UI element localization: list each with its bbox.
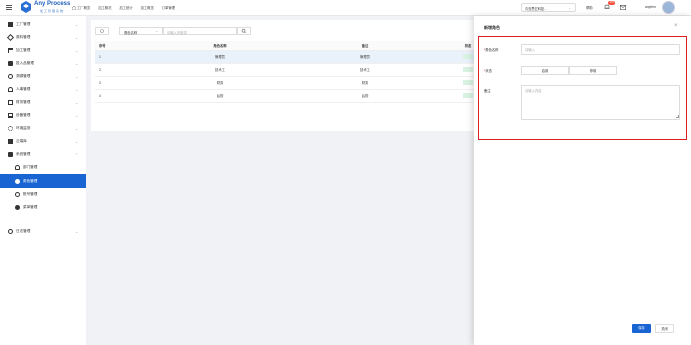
sidebar-item-system[interactable]: 系统管理 ⌃ — [0, 148, 86, 161]
chevron-down-icon: ⌄ — [75, 74, 78, 79]
monitor-icon — [8, 113, 13, 118]
top-nav-item-2[interactable]: 加工统计 — [119, 5, 132, 10]
resize-handle-icon[interactable] — [676, 115, 679, 118]
sidebar-item-finance[interactable]: 财务管理 ⌄ — [0, 96, 86, 109]
role-name-input[interactable]: 请输入 — [521, 44, 680, 55]
sidebar-item-processing[interactable]: 加工管理 ⌄ — [0, 44, 86, 57]
chevron-down-icon: ⌄ — [75, 113, 78, 118]
trace-icon — [8, 74, 13, 79]
avatar[interactable] — [662, 1, 675, 14]
wallet-icon — [8, 100, 13, 105]
save-button[interactable]: 保存 — [632, 324, 651, 333]
book-icon — [8, 139, 13, 144]
status-option-disable[interactable]: 停用 — [569, 66, 617, 75]
close-icon[interactable]: × — [674, 23, 678, 29]
chevron-up-icon: ⌃ — [75, 152, 78, 157]
chevron-down-icon: ⌄ — [75, 61, 78, 66]
chevron-down-icon: ⌄ — [568, 6, 571, 10]
hamburger-menu-icon[interactable] — [6, 5, 12, 10]
top-nav-item-0[interactable]: 工厂概览 — [72, 5, 90, 10]
grid-icon — [8, 22, 13, 27]
hammer-icon — [8, 48, 13, 53]
table-row[interactable]: 1 管理员 管理员 — [95, 50, 491, 64]
chevron-down-icon: ⌄ — [155, 29, 158, 33]
sidebar-item-inputs[interactable]: 投入品管理 ⌄ — [0, 57, 86, 70]
note-textarea[interactable]: 请输入内容 — [521, 85, 680, 120]
search-input[interactable]: 请输入关键词 — [163, 27, 237, 35]
username[interactable]: anyfem — [645, 5, 656, 9]
gear-icon — [100, 29, 104, 33]
chevron-down-icon: ⌄ — [75, 139, 78, 144]
sidebar-item-cloud[interactable]: 云端库 ⌄ — [0, 135, 86, 148]
tools-icon — [6, 33, 15, 42]
status-toggle: 启用 停用 — [521, 66, 617, 75]
table-row[interactable]: 4 后勤 后勤 — [95, 89, 491, 103]
chevron-down-icon: ⌄ — [75, 87, 78, 92]
col-header-note: 备注 — [285, 41, 445, 51]
search-icon — [241, 28, 246, 34]
mail-icon[interactable] — [620, 5, 626, 10]
top-bar: Any Process 加工管理系统 工厂概览 加工概况 加工统计 加工概览 订… — [0, 0, 691, 16]
dept-icon — [15, 165, 20, 170]
sidebar-item-environment[interactable]: 环境监测 ⌄ — [0, 122, 86, 135]
sidebar-item-equipment[interactable]: 设备管理 ⌄ — [0, 109, 86, 122]
col-header-no: 序号 — [95, 41, 155, 51]
chevron-down-icon: ⌄ — [75, 35, 78, 40]
gear-icon — [8, 126, 13, 131]
home-icon — [72, 5, 76, 10]
note-label: 备注 — [484, 89, 491, 93]
brand-subtitle: 加工管理系统 — [40, 9, 65, 13]
filter-field-select[interactable]: 角色名称 ⌄ — [119, 27, 163, 35]
account-icon — [15, 192, 20, 197]
drawer-title: 新增角色 — [484, 25, 500, 30]
chevron-down-icon: ⌄ — [75, 229, 78, 234]
top-nav-item-1[interactable]: 加工概况 — [98, 5, 111, 10]
role-icon — [15, 178, 20, 184]
top-nav-item-4[interactable]: 订单管理 — [162, 5, 175, 10]
status-badge — [463, 92, 473, 98]
chevron-down-icon: ⌄ — [75, 48, 78, 53]
sidebar-item-account[interactable]: 账号管理 — [0, 188, 86, 201]
status-badge — [463, 53, 473, 59]
log-icon — [8, 229, 13, 234]
sidebar-item-menu[interactable]: 菜单管理 — [0, 201, 86, 214]
person-icon — [8, 87, 13, 92]
chevron-down-icon: ⌄ — [75, 100, 78, 105]
chevron-down-icon: ⌄ — [75, 22, 78, 27]
box-icon — [8, 61, 13, 66]
table-row[interactable]: 2 技术工 技术工 — [95, 63, 491, 77]
roles-table: 序号 角色名称 备注 状态 1 管理员 管理员 2 技术工 技术工 3 财务 财… — [95, 41, 491, 103]
help-link[interactable]: 帮助 — [586, 5, 593, 10]
status-badge — [463, 66, 473, 72]
status-option-enable[interactable]: 启用 — [521, 66, 569, 75]
brand-name: Any Process — [34, 1, 71, 7]
sidebar-item-trace[interactable]: 溯源管理 ⌄ — [0, 70, 86, 83]
role-name-label: *角色名称 — [484, 48, 499, 52]
logo-icon — [21, 1, 31, 13]
menu-icon — [15, 205, 20, 210]
status-label: *状态 — [484, 69, 492, 73]
computer-icon — [8, 152, 13, 157]
table-row[interactable]: 3 财务 财务 — [95, 76, 491, 90]
notification-badge: 176 — [608, 1, 616, 5]
top-nav: 工厂概览 加工概况 加工统计 加工概览 订单管理 — [72, 5, 175, 10]
sidebar-item-logs[interactable]: 日志管理 ⌄ — [0, 225, 86, 238]
top-nav-item-3[interactable]: 加工概览 — [141, 5, 154, 10]
col-header-name: 角色名称 — [155, 41, 285, 51]
status-badge — [463, 79, 473, 85]
search-button[interactable] — [237, 27, 251, 35]
sidebar-item-department[interactable]: 部门管理 — [0, 161, 86, 174]
sidebar-item-hr[interactable]: 人事管理 ⌄ — [0, 83, 86, 96]
sidebar-item-role[interactable]: 角色管理 — [0, 174, 86, 188]
sidebar-item-material[interactable]: 原料管理 ⌄ — [0, 31, 86, 44]
factory-select[interactable]: 青岛思亿科技... ⌄ — [521, 3, 576, 12]
chevron-down-icon: ⌄ — [75, 126, 78, 131]
close-button[interactable]: 关闭 — [655, 324, 674, 333]
sidebar-item-factory[interactable]: 工厂管理 ⌄ — [0, 18, 86, 31]
settings-button[interactable] — [95, 27, 109, 35]
